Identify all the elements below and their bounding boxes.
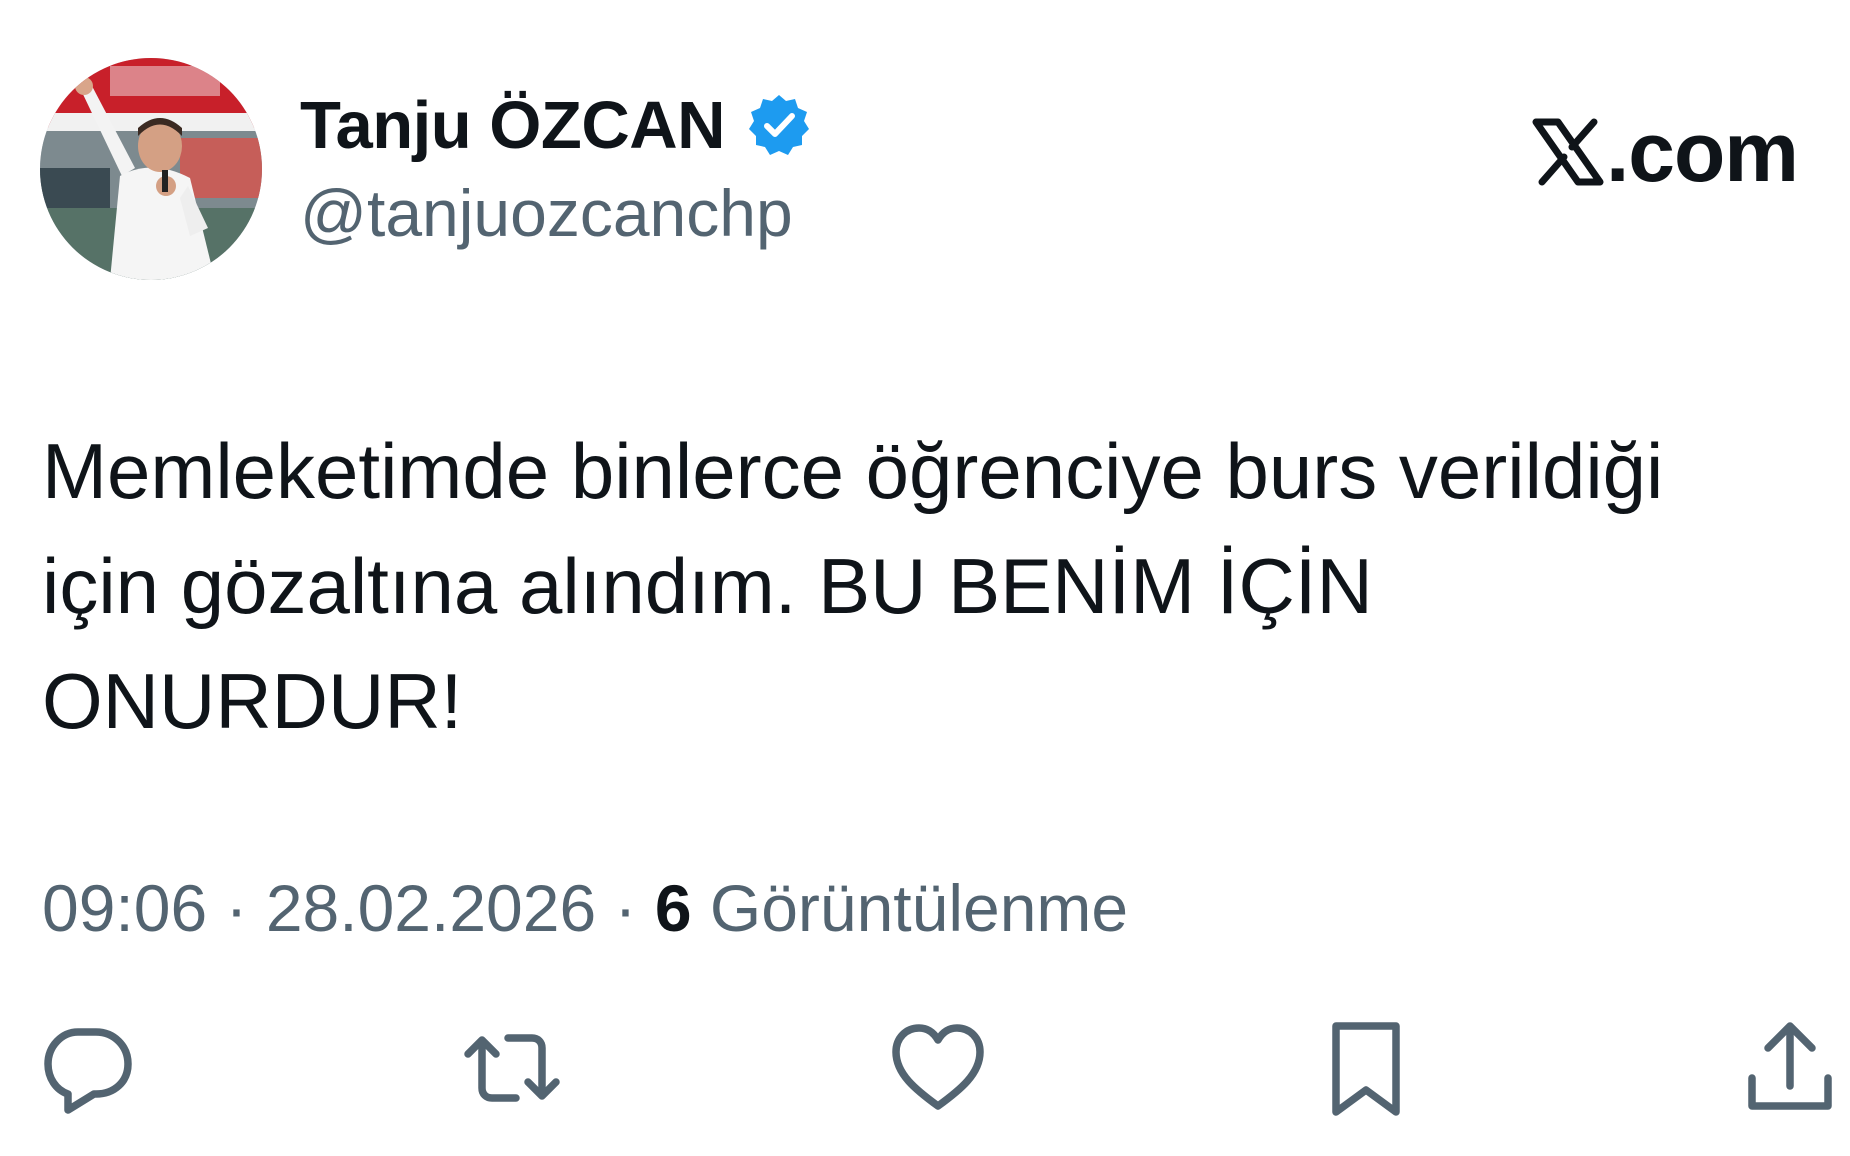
author-name-row: Tanju ÖZCAN [300, 84, 811, 166]
avatar-image [40, 58, 262, 280]
reply-button[interactable] [38, 1018, 138, 1118]
meta-separator: · [207, 871, 266, 945]
bookmark-icon [1332, 1022, 1400, 1116]
like-button[interactable] [888, 1018, 988, 1118]
share-icon [1748, 1022, 1832, 1110]
views-count: 6 [654, 871, 692, 945]
tweet-time[interactable]: 09:06 [42, 871, 207, 945]
x-logo-icon [1530, 114, 1606, 190]
like-icon [892, 1024, 984, 1110]
tweet-action-bar [0, 1018, 1850, 1128]
brand-watermark: .com [1530, 105, 1799, 199]
tweet-date[interactable]: 28.02.2026 [266, 871, 596, 945]
avatar[interactable] [40, 58, 262, 280]
tweet-text: Memleketimde binlerce öğrenciye burs ver… [42, 427, 1664, 745]
bookmark-button[interactable] [1316, 1018, 1416, 1118]
share-button[interactable] [1740, 1018, 1840, 1118]
retweet-icon [464, 1034, 560, 1102]
brand-domain-text: .com [1605, 105, 1799, 199]
verified-badge-icon [747, 93, 811, 157]
author-handle[interactable]: @tanjuozcanchp [300, 180, 793, 246]
tweet-meta: 09:06 · 28.02.2026 · 6 Görüntülenme [42, 868, 1128, 948]
author-display-name[interactable]: Tanju ÖZCAN [300, 92, 726, 159]
meta-separator: · [596, 871, 655, 945]
reply-icon [44, 1028, 132, 1114]
retweet-button[interactable] [458, 1018, 566, 1118]
views-label: Görüntülenme [691, 871, 1129, 945]
